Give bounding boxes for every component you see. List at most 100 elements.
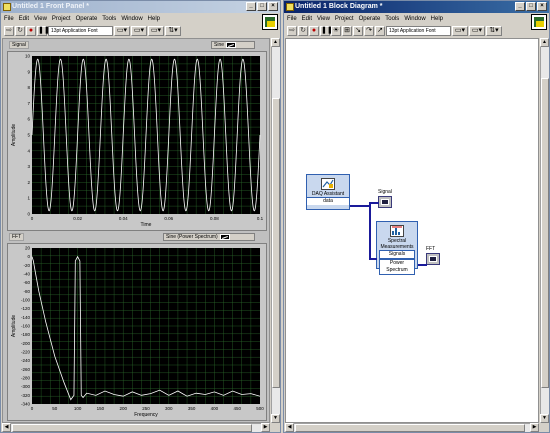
fp-menu-edit[interactable]: Edit — [19, 14, 29, 24]
dynamic-data-wire[interactable] — [350, 205, 370, 207]
front-panel-vertical-scrollbar[interactable]: ▲ ▼ — [271, 38, 280, 423]
signal-graph-terminal[interactable] — [378, 196, 392, 208]
fft-plot-legend[interactable]: Sine (Power Spectrum) — [163, 233, 255, 241]
scroll-down-icon[interactable]: ▼ — [540, 414, 549, 423]
x-tick-label: 250 — [142, 406, 150, 411]
distribute-objects-icon[interactable]: ▭▾ — [131, 26, 147, 36]
abort-icon[interactable]: ● — [26, 26, 36, 36]
highlight-execution-icon[interactable]: ☀ — [331, 26, 341, 36]
bd-menu-file[interactable]: File — [287, 14, 297, 24]
y-tick-label: 10 — [25, 54, 31, 59]
bd-menu-view[interactable]: View — [317, 14, 330, 24]
abort-icon[interactable]: ● — [309, 26, 319, 36]
scroll-thumb[interactable] — [272, 98, 280, 388]
x-tick-label: 300 — [165, 406, 173, 411]
maximize-button[interactable]: □ — [257, 2, 267, 11]
pause-icon[interactable]: ❚❚ — [320, 26, 333, 36]
fp-menu-operate[interactable]: Operate — [76, 14, 98, 24]
maximize-button[interactable]: □ — [526, 2, 536, 11]
vi-icon[interactable] — [262, 14, 278, 30]
y-tick-label: 8 — [27, 85, 30, 90]
run-continuously-icon[interactable]: ↻ — [15, 26, 25, 36]
x-tick-label: 200 — [119, 406, 127, 411]
scroll-thumb[interactable] — [12, 424, 252, 432]
bd-menu-project[interactable]: Project — [335, 14, 354, 24]
retain-wire-values-icon[interactable]: ⊞ — [342, 26, 352, 36]
dynamic-data-wire[interactable] — [369, 202, 371, 260]
step-out-icon[interactable]: ↗ — [375, 26, 385, 36]
reorder-icon[interactable]: ⇅▾ — [165, 26, 181, 36]
front-panel-titlebar[interactable]: Untitled 1 Front Panel * _ □ × — [1, 1, 280, 13]
scroll-right-icon[interactable]: ▶ — [261, 423, 270, 432]
front-panel-horizontal-scrollbar[interactable]: ◀ ▶ — [2, 423, 270, 432]
daq-data-terminal[interactable]: data — [307, 197, 349, 205]
reorder-icon[interactable]: ⇅▾ — [486, 26, 502, 36]
block-diagram-menubar: File Edit View Project Operate Tools Window Hel… — [284, 14, 443, 24]
step-into-icon[interactable]: ↘ — [353, 26, 363, 36]
dynamic-data-wire[interactable] — [418, 264, 427, 266]
bd-menu-tools[interactable]: Tools — [385, 14, 399, 24]
y-tick-label: 4 — [27, 148, 30, 153]
scroll-thumb[interactable] — [295, 424, 525, 432]
labview-icon — [3, 3, 11, 11]
x-tick-label: 350 — [188, 406, 196, 411]
close-button[interactable]: × — [537, 2, 547, 11]
spectral-measurements-node[interactable]: Spectral Measurements Signals Power Spec… — [376, 221, 418, 275]
power-spectrum-output-terminal[interactable]: Power Spectrum — [379, 259, 415, 275]
fp-menu-help[interactable]: Help — [148, 14, 160, 24]
step-over-icon[interactable]: ↷ — [364, 26, 374, 36]
fp-menu-project[interactable]: Project — [52, 14, 71, 24]
signal-graph-label: Signal — [9, 41, 29, 49]
bd-menu-help[interactable]: Help — [431, 14, 443, 24]
x-tick-label: 450 — [233, 406, 241, 411]
signal-graph-svg: 1098765432100 0.02 0.04 0.06 0.08 0.1TimeAmpl… — [11, 54, 264, 229]
align-objects-icon[interactable]: ▭▾ — [452, 26, 468, 36]
daq-assistant-node[interactable]: DAQ Assistant data — [306, 174, 350, 210]
y-tick-label: 9 — [27, 69, 30, 74]
daq-assistant-title: DAQ Assistant — [311, 191, 345, 197]
fp-menu-file[interactable]: File — [4, 14, 14, 24]
run-continuously-icon[interactable]: ↻ — [298, 26, 308, 36]
bd-menu-operate[interactable]: Operate — [359, 14, 381, 24]
block-diagram-horizontal-scrollbar[interactable]: ◀ ▶ — [285, 423, 539, 432]
font-select[interactable]: 13pt Application Font — [48, 26, 113, 36]
fft-graph-terminal[interactable] — [426, 253, 440, 265]
scroll-up-icon[interactable]: ▲ — [540, 38, 549, 47]
distribute-objects-icon[interactable]: ▭▾ — [469, 26, 485, 36]
scroll-down-icon[interactable]: ▼ — [271, 414, 280, 423]
minimize-button[interactable]: _ — [515, 2, 525, 11]
run-arrow-icon[interactable]: ⇨ — [4, 26, 14, 36]
block-diagram-vertical-scrollbar[interactable]: ▲ ▼ — [540, 38, 549, 423]
scroll-left-icon[interactable]: ◀ — [285, 423, 294, 432]
scroll-right-icon[interactable]: ▶ — [530, 423, 539, 432]
x-tick-label: 500 — [256, 406, 264, 411]
y-tick-label: 2 — [27, 180, 30, 185]
scroll-up-icon[interactable]: ▲ — [271, 38, 280, 47]
bd-menu-window[interactable]: Window — [404, 14, 425, 24]
pause-icon[interactable]: ❚❚ — [37, 26, 50, 36]
y-tick-label: -180 — [21, 332, 31, 337]
x-tick-label: 0.04 — [119, 216, 128, 221]
run-arrow-icon[interactable]: ⇨ — [287, 26, 297, 36]
signal-graph[interactable]: 10 9 8 7 6 5 4 3 2 1 0 0 0.02 0.04 0.06 0.08 0.1 Time Ampl… — [7, 51, 267, 231]
block-diagram-title: Untitled 1 Block Diagram * — [295, 3, 383, 10]
block-diagram-titlebar[interactable]: Untitled 1 Block Diagram * _ □ × — [284, 1, 549, 13]
y-tick-label: -240 — [21, 358, 31, 363]
scroll-left-icon[interactable]: ◀ — [2, 423, 11, 432]
signals-input-terminal[interactable]: Signals — [379, 250, 415, 259]
minimize-button[interactable]: _ — [246, 2, 256, 11]
fp-menu-window[interactable]: Window — [121, 14, 142, 24]
close-button[interactable]: × — [268, 2, 278, 11]
scroll-thumb[interactable] — [541, 78, 549, 388]
fft-graph[interactable]: 20 0 -20 -40 -60 -80 -100 -120 -140 -160 -180 -200-… — [7, 243, 267, 421]
resize-objects-icon[interactable]: ▭▾ — [148, 26, 164, 36]
dynamic-data-wire[interactable] — [369, 258, 377, 260]
align-objects-icon[interactable]: ▭▾ — [114, 26, 130, 36]
vi-icon[interactable] — [531, 14, 547, 30]
fp-menu-view[interactable]: View — [34, 14, 47, 24]
dynamic-data-wire[interactable] — [369, 202, 379, 204]
fp-menu-tools[interactable]: Tools — [102, 14, 116, 24]
bd-menu-edit[interactable]: Edit — [302, 14, 312, 24]
signal-plot-legend[interactable]: Sine — [211, 41, 255, 49]
font-select[interactable]: 13pt Application Font — [386, 26, 451, 36]
